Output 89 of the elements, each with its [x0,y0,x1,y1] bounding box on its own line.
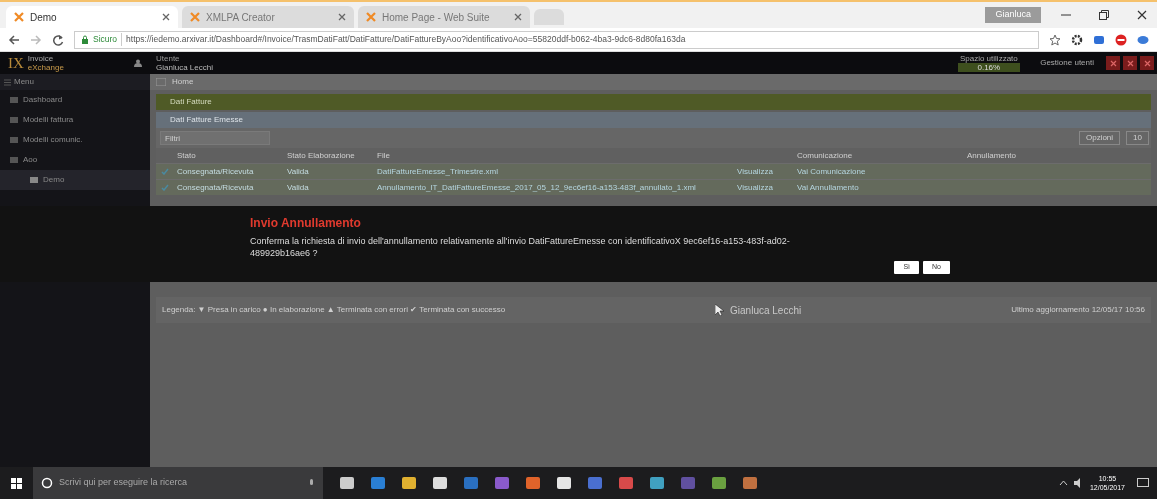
check-icon [161,184,169,191]
column-header[interactable]: Stato [177,150,196,160]
presenter-name: Gianluca Lecchi [730,303,802,318]
extension-icon[interactable] [1137,33,1149,46]
app-icon[interactable] [433,476,447,490]
sidebar-item[interactable]: Dashboard [0,90,150,110]
subsection-bar: Dati Fatture Emesse [156,112,1151,128]
column-header[interactable]: Comunicazione [797,150,853,160]
taskbar-search[interactable]: Scrivi qui per eseguire la ricerca [33,467,323,499]
legend-text: Legenda: ▼ Presa in carico ● In elaborazione ▲ Terminata con errori ✔ Terminata con successo [162,304,506,316]
restore-icon[interactable] [1099,10,1109,20]
table-cell[interactable]: Annullamento_IT_DatiFattureEmesse_2017_05_12_9ec6ef16-a153-483f_annullato_1.xml [377,182,696,192]
windows-logo-icon[interactable] [11,477,22,489]
browser-tab[interactable]: Demo [6,6,178,28]
browser-tab[interactable]: XMLPA Creator [182,6,354,28]
circle-icon [41,477,53,489]
back-arrow-icon[interactable] [8,33,20,46]
chevron-up-icon[interactable] [1058,479,1068,487]
dialog-message: Conferma la richiesta di invio dell'annullamento relativamente all'invio DatiFattureEmesse con identificativoX 9ec6ef16-a153-483f-ad02-489929b16ae6 ? [250,235,791,259]
table-cell[interactable]: DatiFattureEmesse_Trimestre.xml [377,166,499,176]
breadcrumb[interactable]: Home [172,76,194,88]
header-link[interactable]: Gestione utenti [1040,57,1094,69]
search-field[interactable]: Scrivi qui per eseguire la ricerca [59,476,302,490]
section-bar: Dati Fatture [156,94,1151,110]
quota-bar: 0.16% [957,63,1021,72]
exit-button[interactable] [1140,56,1154,70]
folder-icon [10,96,18,104]
cursor-icon [715,304,725,316]
logo-mark: IX [8,53,24,73]
browser-tab[interactable]: Home Page - Web Suite [358,6,530,28]
logo-text: Invoice [27,54,55,63]
x-logo-icon [14,12,24,22]
x-logo-icon [366,12,376,22]
table-cell: Valida [287,166,309,176]
table-cell: Consegnata/Ricevuta [177,166,254,176]
column-header[interactable]: Stato Elaborazione [287,150,355,160]
x-mark-button[interactable] [1106,56,1120,70]
sidebar-item[interactable]: Demo [0,170,150,190]
url-text: https://iedemo.arxivar.it/Dashboard#/Invoice/TrasmDatiFatt/DatiFatture/DatiFattureByAoo?identificativoAoo=55820ddf-b062-4ba3-9dc6-8d80fa163da [126,33,686,46]
quota-caption: Spazio utilizzato [959,54,1018,63]
app-icon[interactable] [650,476,664,490]
table-cell[interactable]: Visualizza [737,182,773,192]
table-cell: Consegnata/Ricevuta [177,182,254,192]
app-icon[interactable] [402,476,416,490]
dialog-title: Invio Annullamento [250,215,362,232]
menu-icon [4,78,11,86]
extension-icon[interactable] [1093,33,1105,46]
sidebar-item[interactable]: Modelli comunic. [0,130,150,150]
x-mark-icon [1109,59,1117,67]
table-cell: Valida [287,182,309,192]
stop-sign-icon[interactable] [1115,33,1127,46]
table-cell[interactable]: Vai Comunicazione [797,166,866,176]
microphone-icon [308,478,315,488]
close-icon[interactable] [162,13,170,21]
folder-icon [30,176,38,184]
options-button[interactable]: Opzioni [1078,131,1121,145]
menu-header[interactable]: Menu [0,74,150,90]
address-bar[interactable]: Sicuro https://iedemo.arxivar.it/Dashboard#/Invoice/TrasmDatiFatt/DatiFatture/DatiFattureByAoo?identificativoAoo=55820ddf-b062-4ba3-9dc6-8d80fa163da [74,30,1039,49]
notification-icon[interactable] [1137,478,1149,488]
home-icon [156,78,166,86]
folder-icon [10,136,18,144]
speaker-icon[interactable] [1073,478,1082,488]
user-icon[interactable] [134,59,142,67]
table-cell[interactable]: Vai Annullamento [797,182,859,192]
security-label: Sicuro [93,33,123,46]
lock-icon [81,35,89,44]
page-size-select[interactable]: 10 [1126,131,1149,145]
close-icon[interactable] [1137,10,1147,20]
updated-text: Ultimo aggiornamento 12/05/17 10:56 [1011,304,1145,316]
app-icon[interactable] [340,476,354,490]
sidebar-item[interactable]: Modelli fattura [0,110,150,130]
sidebar-item[interactable]: Aoo [0,150,150,170]
reload-icon[interactable] [52,33,64,46]
app-icon[interactable] [712,476,726,490]
column-header[interactable]: Annullamento [967,150,1016,160]
table-cell[interactable]: Visualizza [737,166,773,176]
user-name: Gianluca Lecchi [156,63,213,72]
document-button[interactable] [1123,56,1137,70]
user-caption: Utente [156,54,181,63]
column-header[interactable]: File [377,150,390,160]
filter-field[interactable]: Filtri [160,131,270,145]
folder-icon [10,156,18,164]
star-icon[interactable] [1049,33,1061,46]
app-icon[interactable] [557,476,571,490]
x-logo-icon [190,12,200,22]
folder-icon [10,116,18,124]
logo-text: eXchange [27,63,64,72]
user-badge: Gianluca [985,7,1041,23]
check-icon [161,168,169,175]
